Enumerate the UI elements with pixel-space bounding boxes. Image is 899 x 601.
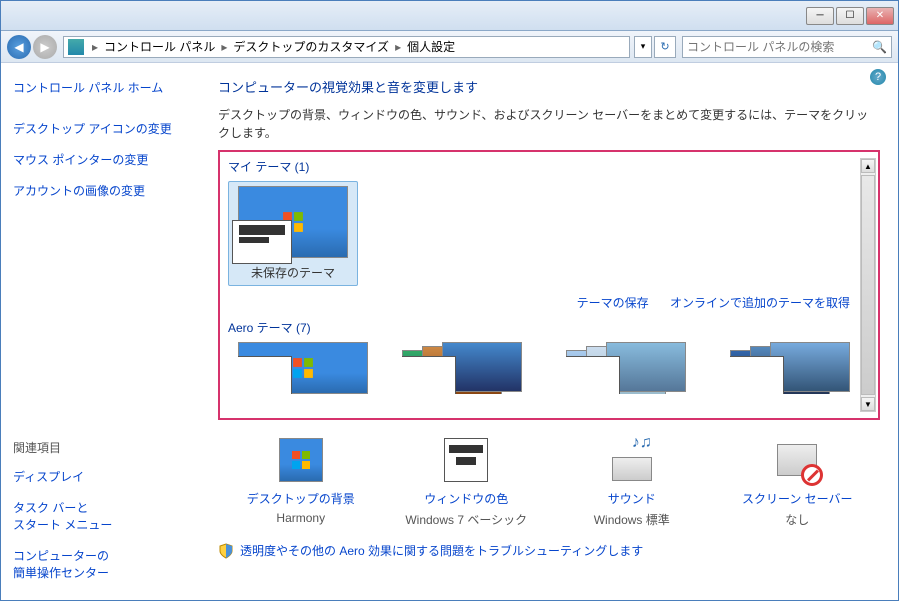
bottom-label: スクリーン セーバー	[717, 490, 877, 507]
section-my-themes: マイ テーマ (1)	[228, 158, 870, 175]
breadcrumb-dropdown[interactable]: ▾	[634, 36, 652, 58]
refresh-button[interactable]: ↻	[654, 36, 676, 58]
theme-unsaved[interactable]: 未保存のテーマ	[228, 181, 358, 286]
bottom-label: サウンド	[552, 490, 712, 507]
bottom-settings: デスクトップの背景 Harmony ウィンドウの色 Windows 7 ベーシッ…	[218, 438, 880, 528]
window-preview	[566, 356, 620, 394]
sound-icon: ♪♫	[610, 438, 654, 482]
page-heading: コンピューターの視覚効果と音を変更します	[218, 77, 880, 96]
sidebar-account-picture[interactable]: アカウントの画像の変更	[13, 182, 198, 199]
sidebar-home[interactable]: コントロール パネル ホーム	[13, 79, 198, 96]
control-panel-icon	[68, 39, 84, 55]
chevron-right-icon: ▸	[219, 40, 229, 54]
window-preview	[232, 220, 292, 264]
scroll-thumb[interactable]	[861, 175, 875, 395]
breadcrumb-seg-2[interactable]: デスクトップのカスタマイズ	[229, 38, 393, 55]
screensaver-icon	[775, 438, 819, 482]
bottom-label: ウィンドウの色	[386, 490, 546, 507]
aero-theme-1[interactable]	[228, 342, 378, 400]
aero-theme-3[interactable]	[556, 342, 706, 400]
breadcrumb[interactable]: ▸ コントロール パネル ▸ デスクトップのカスタマイズ ▸ 個人設定	[63, 36, 630, 58]
chevron-right-icon: ▸	[90, 40, 100, 54]
screensaver-link[interactable]: スクリーン セーバー なし	[717, 438, 877, 528]
sidebar: コントロール パネル ホーム デスクトップ アイコンの変更 マウス ポインターの…	[1, 63, 210, 600]
aero-theme-4[interactable]	[720, 342, 870, 400]
search-icon[interactable]: 🔍	[872, 40, 887, 54]
navbar: ◀ ▶ ▸ コントロール パネル ▸ デスクトップのカスタマイズ ▸ 個人設定 …	[1, 31, 898, 63]
sounds-link[interactable]: ♪♫ サウンド Windows 標準	[552, 438, 712, 528]
bottom-value: Windows 7 ベーシック	[386, 511, 546, 528]
bottom-value: Harmony	[221, 511, 381, 525]
section-aero-themes: Aero テーマ (7)	[228, 319, 870, 336]
theme-label: 未保存のテーマ	[233, 264, 353, 281]
wallpaper-icon	[279, 438, 323, 482]
sidebar-desktop-icons[interactable]: デスクトップ アイコンの変更	[13, 120, 198, 137]
forward-button: ▶	[33, 35, 57, 59]
theme-list: ▲ ▼ マイ テーマ (1)	[218, 150, 880, 420]
related-header: 関連項目	[13, 439, 198, 456]
help-icon[interactable]: ?	[870, 69, 886, 85]
windows-logo-icon	[292, 357, 314, 379]
scrollbar[interactable]: ▲ ▼	[860, 158, 876, 412]
save-theme-link[interactable]: テーマの保存	[577, 296, 649, 310]
page-description: デスクトップの背景、ウィンドウの色、サウンド、およびスクリーン セーバーをまとめ…	[218, 106, 880, 142]
titlebar: ─ ☐ ✕	[1, 1, 898, 31]
window-preview	[402, 356, 456, 394]
window-color-link[interactable]: ウィンドウの色 Windows 7 ベーシック	[386, 438, 546, 528]
close-button[interactable]: ✕	[866, 7, 894, 25]
chevron-right-icon: ▸	[393, 40, 403, 54]
bottom-value: なし	[717, 511, 877, 528]
sidebar-ease-of-access[interactable]: コンピューターの 簡単操作センター	[13, 547, 198, 581]
breadcrumb-seg-1[interactable]: コントロール パネル	[100, 38, 219, 55]
shield-icon	[218, 543, 234, 559]
bottom-label: デスクトップの背景	[221, 490, 381, 507]
search-box[interactable]: 🔍	[682, 36, 892, 58]
aero-theme-2[interactable]	[392, 342, 542, 400]
desktop-background-link[interactable]: デスクトップの背景 Harmony	[221, 438, 381, 528]
sidebar-taskbar[interactable]: タスク バーと スタート メニュー	[13, 499, 198, 533]
bottom-value: Windows 標準	[552, 511, 712, 528]
sidebar-display[interactable]: ディスプレイ	[13, 468, 198, 485]
scroll-down-button[interactable]: ▼	[861, 397, 875, 411]
minimize-button[interactable]: ─	[806, 7, 834, 25]
breadcrumb-seg-3[interactable]: 個人設定	[403, 38, 459, 55]
get-themes-online-link[interactable]: オンラインで追加のテーマを取得	[670, 296, 850, 310]
search-input[interactable]	[687, 40, 872, 54]
back-button[interactable]: ◀	[7, 35, 31, 59]
window-preview	[730, 356, 784, 394]
troubleshoot-text[interactable]: 透明度やその他の Aero 効果に関する問題をトラブルシューティングします	[240, 542, 643, 559]
window-preview	[238, 356, 292, 394]
scroll-up-button[interactable]: ▲	[861, 159, 875, 173]
sidebar-mouse-pointer[interactable]: マウス ポインターの変更	[13, 151, 198, 168]
content: ? コンピューターの視覚効果と音を変更します デスクトップの背景、ウィンドウの色…	[210, 63, 898, 600]
maximize-button[interactable]: ☐	[836, 7, 864, 25]
troubleshoot-link[interactable]: 透明度やその他の Aero 効果に関する問題をトラブルシューティングします	[218, 542, 880, 559]
window-color-icon	[444, 438, 488, 482]
